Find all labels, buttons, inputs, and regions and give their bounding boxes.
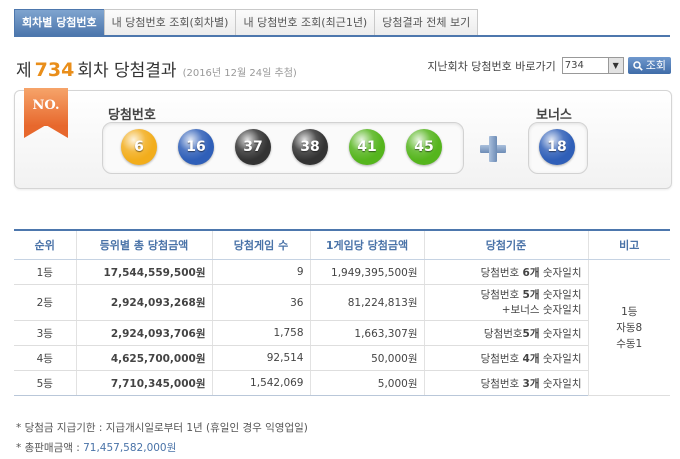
games-cell: 1,542,069 [211, 370, 310, 396]
tab-round-results[interactable]: 회차별 당첨번호 [14, 9, 105, 35]
col-winning-games: 당첨게임 수 [211, 229, 310, 260]
table-row: 1등 17,544,559,500원 9 1,949,395,500원 당첨번호… [14, 259, 670, 396]
plus-icon [480, 136, 506, 162]
table-row: 5등 7,710,345,000원 1,542,069 5,000원 당첨번호 … [14, 370, 670, 396]
games-cell: 92,514 [211, 345, 310, 371]
round-jump: 지난회차 당첨번호 바로가기 734 ▼ 조회 [427, 57, 671, 74]
ball-3: 37 [235, 129, 271, 165]
remark-cell: 1등 자동8 수동1 [587, 259, 670, 396]
round-select-value: 734 [564, 60, 584, 71]
search-button[interactable]: 조회 [627, 57, 671, 74]
criteria-text: 숫자일치 [539, 377, 582, 390]
per-game-cell: 5,000원 [309, 370, 424, 396]
criteria-cell: 당첨번호5개 숫자일치 [423, 320, 588, 346]
no-ribbon-badge: NO. [24, 88, 68, 138]
games-cell: 36 [211, 284, 310, 321]
criteria-bonus-text: +보너스 숫자일치 [501, 303, 582, 316]
chevron-down-icon: ▼ [607, 58, 623, 73]
criteria-cell: 당첨번호 3개 숫자일치 [423, 370, 588, 396]
total-prize-cell: 2,924,093,268원 [75, 284, 212, 321]
col-criteria: 당첨기준 [423, 229, 588, 260]
criteria-text: 당첨번호 [480, 288, 523, 301]
search-button-label: 조회 [645, 59, 666, 72]
total-sales-value: 71,457,582,000원 [83, 442, 177, 454]
ball-6: 45 [406, 129, 442, 165]
remark-line: 자동8 [616, 321, 643, 334]
remark-line: 1등 [621, 305, 638, 318]
per-game-cell: 1,949,395,500원 [309, 259, 424, 285]
criteria-text: 당첨번호 [480, 377, 523, 390]
table-row: 2등 2,924,093,268원 36 81,224,813원 당첨번호 5개… [14, 284, 670, 321]
criteria-cell: 당첨번호 6개 숫자일치 [423, 259, 588, 285]
criteria-count: 3개 [522, 377, 540, 390]
prize-table: 순위 등위별 총 당첨금액 당첨게임 수 1게임당 당첨금액 당첨기준 비고 1… [14, 229, 670, 396]
col-total-prize: 등위별 총 당첨금액 [75, 229, 212, 260]
table-row: 4등 4,625,700,000원 92,514 50,000원 당첨번호 4개… [14, 345, 670, 371]
col-rank: 순위 [14, 229, 76, 260]
criteria-text: 당첨번호 [480, 266, 523, 279]
tab-bar: 회차별 당첨번호 내 당첨번호 조회(회차별) 내 당첨번호 조회(최근1년) … [14, 9, 479, 36]
criteria-count: 6개 [522, 266, 540, 279]
table-header-row: 순위 등위별 총 당첨금액 당첨게임 수 1게임당 당첨금액 당첨기준 비고 [14, 229, 670, 260]
winning-numbers-label: 당첨번호 [108, 108, 156, 123]
criteria-count: 5개 [522, 327, 540, 340]
games-cell: 9 [211, 259, 310, 285]
criteria-count: 5개 [522, 288, 540, 301]
search-icon [633, 60, 643, 71]
ribbon-text: NO. [24, 88, 68, 126]
tab-underline [14, 35, 670, 37]
ball-4: 38 [292, 129, 328, 165]
title-prefix: 제 [16, 61, 32, 81]
ribbon-tail [24, 125, 68, 138]
col-prize-per-game: 1게임당 당첨금액 [309, 229, 424, 260]
criteria-text: 당첨번호 [480, 352, 523, 365]
criteria-text: 숫자일치 [539, 327, 582, 340]
payment-deadline-note: * 당첨금 지급기한 : 지급개시일로부터 1년 (휴일인 경우 익영업일) [16, 422, 308, 434]
round-jump-label: 지난회차 당첨번호 바로가기 [427, 59, 556, 73]
rank-cell: 5등 [14, 370, 76, 396]
rank-cell: 1등 [14, 259, 76, 285]
per-game-cell: 1,663,307원 [309, 320, 424, 346]
round-number: 734 [34, 59, 75, 81]
page-title: 제 734 회차 당첨결과 (2016년 12월 24일 추첨) [16, 56, 297, 81]
criteria-count: 4개 [522, 352, 540, 365]
total-sales-label: * 총판매금액 : [16, 442, 84, 454]
total-prize-cell: 7,710,345,000원 [75, 370, 212, 396]
criteria-text: 숫자일치 [539, 288, 582, 301]
total-prize-cell: 4,625,700,000원 [75, 345, 212, 371]
total-prize-cell: 17,544,559,500원 [75, 259, 212, 285]
criteria-text: 숫자일치 [539, 266, 582, 279]
criteria-text: 숫자일치 [539, 352, 582, 365]
tab-my-numbers-by-round[interactable]: 내 당첨번호 조회(회차별) [103, 9, 237, 35]
title-suffix: 회차 당첨결과 [77, 61, 177, 81]
bonus-label: 보너스 [536, 108, 572, 123]
ball-2: 16 [178, 129, 214, 165]
ball-5: 41 [349, 129, 385, 165]
rank-cell: 2등 [14, 284, 76, 321]
remark-line: 수동1 [616, 337, 643, 350]
col-remark: 비고 [587, 229, 670, 260]
rank-cell: 3등 [14, 320, 76, 346]
per-game-cell: 50,000원 [309, 345, 424, 371]
games-cell: 1,758 [211, 320, 310, 346]
table-row: 3등 2,924,093,706원 1,758 1,663,307원 당첨번호5… [14, 320, 670, 346]
criteria-text: 당첨번호 [483, 327, 523, 340]
criteria-cell: 당첨번호 4개 숫자일치 [423, 345, 588, 371]
per-game-cell: 81,224,813원 [309, 284, 424, 321]
tab-all-results[interactable]: 당첨결과 전체 보기 [374, 9, 479, 35]
rank-cell: 4등 [14, 345, 76, 371]
total-prize-cell: 2,924,093,706원 [75, 320, 212, 346]
ball-1: 6 [121, 129, 157, 165]
round-select[interactable]: 734 ▼ [561, 57, 624, 74]
bonus-ball: 18 [539, 129, 575, 165]
total-sales-note: * 총판매금액 : 71,457,582,000원 [16, 440, 176, 455]
criteria-cell: 당첨번호 5개 숫자일치 +보너스 숫자일치 [423, 284, 588, 321]
draw-date: (2016년 12월 24일 추첨) [182, 68, 297, 79]
tab-my-numbers-last-year[interactable]: 내 당첨번호 조회(최근1년) [235, 9, 376, 35]
